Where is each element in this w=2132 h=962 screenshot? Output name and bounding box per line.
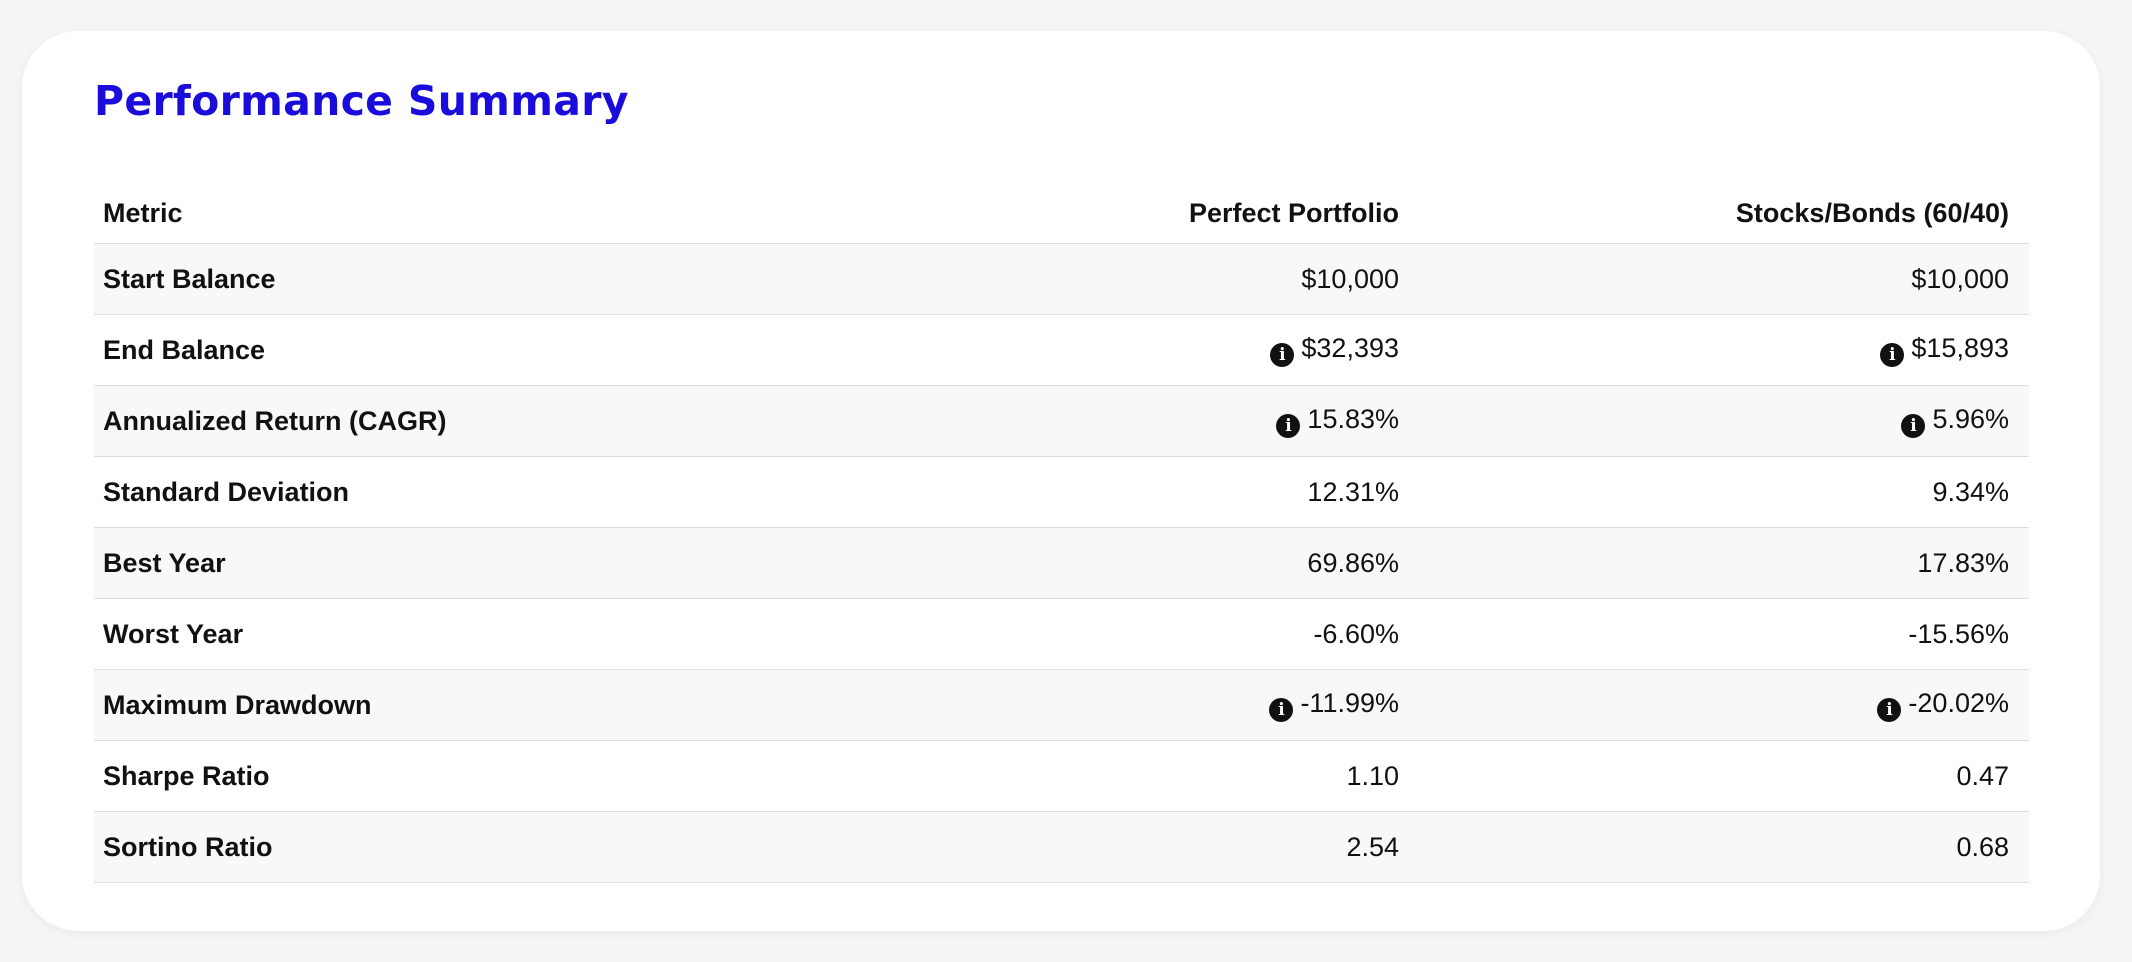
metric-value: 0.47 [1956,760,2009,791]
metric-value: 69.86% [1307,547,1399,578]
table-row: Best Year 69.86% 17.83% [94,527,2029,599]
header-perfect-portfolio: Perfect Portfolio [743,183,1419,244]
info-circle-icon[interactable]: i [1877,698,1902,722]
metric-value: -6.60% [1313,618,1399,649]
perfect-portfolio-cell: $10,000 [743,243,1419,315]
metric-label: End Balance [94,314,743,386]
table-row: Sortino Ratio 2.54 0.68 [94,811,2029,883]
info-circle-icon[interactable]: i [1901,414,1926,438]
metric-value: 2.54 [1346,831,1399,862]
metric-label: Best Year [94,527,743,599]
table-header-row: Metric Perfect Portfolio Stocks/Bonds (6… [94,183,2029,244]
metric-value: 12.31% [1307,476,1399,507]
stocks-bonds-cell: 0.47 [1419,740,2029,812]
perfect-portfolio-cell: i -11.99% [743,669,1419,741]
metric-label: Sortino Ratio [94,811,743,883]
stocks-bonds-cell: 17.83% [1419,527,2029,599]
table-row: End Balance i $32,393 i $15,893 [94,314,2029,386]
header-stocks-bonds: Stocks/Bonds (60/40) [1419,183,2029,244]
metric-value: -20.02% [1908,688,2009,718]
stocks-bonds-cell: 9.34% [1419,456,2029,528]
perfect-portfolio-cell: 69.86% [743,527,1419,599]
metric-label: Start Balance [94,243,743,315]
table-row: Worst Year -6.60% -15.56% [94,598,2029,670]
stocks-bonds-cell: 0.68 [1419,811,2029,883]
perfect-portfolio-cell: i $32,393 [743,314,1419,386]
perfect-portfolio-cell: 2.54 [743,811,1419,883]
metric-label: Maximum Drawdown [94,669,743,741]
info-circle-icon[interactable]: i [1269,698,1294,722]
metric-value: 17.83% [1917,547,2009,578]
header-metric: Metric [94,183,743,244]
perfect-portfolio-cell: -6.60% [743,598,1419,670]
stocks-bonds-cell: i $15,893 [1419,314,2029,386]
info-circle-icon[interactable]: i [1276,414,1301,438]
metric-value: -15.56% [1908,618,2009,649]
metric-value: 9.34% [1932,476,2009,507]
table-row: Annualized Return (CAGR) i 15.83% i 5.96% [94,385,2029,457]
table-row: Start Balance $10,000 $10,000 [94,243,2029,315]
perfect-portfolio-cell: 1.10 [743,740,1419,812]
metric-label: Sharpe Ratio [94,740,743,812]
info-circle-icon[interactable]: i [1270,343,1295,367]
perfect-portfolio-cell: i 15.83% [743,385,1419,457]
metric-value: 1.10 [1346,760,1399,791]
panel-title: Performance Summary [94,77,629,125]
metric-label: Standard Deviation [94,456,743,528]
info-circle-icon[interactable]: i [1880,343,1905,367]
metric-value: $10,000 [1301,263,1399,294]
performance-table: Metric Perfect Portfolio Stocks/Bonds (6… [94,183,2029,883]
perfect-portfolio-cell: 12.31% [743,456,1419,528]
performance-summary-card: Performance Summary Metric Perfect Portf… [22,31,2100,931]
table-row: Maximum Drawdown i -11.99% i -20.02% [94,669,2029,741]
metric-value: $32,393 [1301,333,1399,363]
metric-value: 15.83% [1307,404,1399,434]
table-row: Standard Deviation 12.31% 9.34% [94,456,2029,528]
metric-value: 0.68 [1956,831,2009,862]
stocks-bonds-cell: $10,000 [1419,243,2029,315]
metric-value: $10,000 [1911,263,2009,294]
metric-label: Worst Year [94,598,743,670]
table-body: Start Balance $10,000 $10,000 End Balance i $… [94,243,2029,883]
stocks-bonds-cell: -15.56% [1419,598,2029,670]
table-row: Sharpe Ratio 1.10 0.47 [94,740,2029,812]
stocks-bonds-cell: i -20.02% [1419,669,2029,741]
metric-value: -11.99% [1300,688,1399,718]
metric-label: Annualized Return (CAGR) [94,385,743,457]
metric-value: $15,893 [1911,333,2009,363]
metric-value: 5.96% [1932,404,2009,434]
stocks-bonds-cell: i 5.96% [1419,385,2029,457]
